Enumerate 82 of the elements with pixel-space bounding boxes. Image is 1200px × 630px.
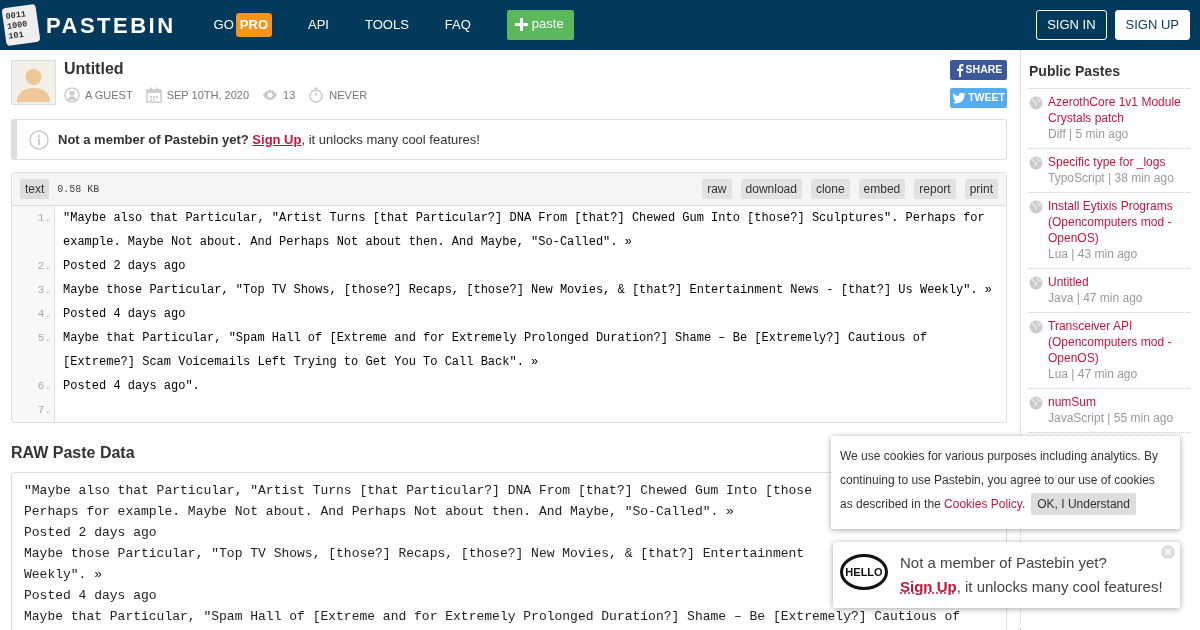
code-line: "Maybe also that Particular, "Artist Turns [that Particular?] DNA From [that?] Chewed Gum Into [those?] Sculptures". Perhaps for example. Maybe Not about. And Perhaps Not about then. And Maybe, "So-Called". » xyxy=(63,211,986,249)
cookies-policy-link[interactable]: Cookies Policy xyxy=(944,497,1022,511)
globe-icon xyxy=(1029,276,1043,290)
action-button[interactable]: download xyxy=(740,179,802,199)
line-number: 7. xyxy=(12,398,55,422)
raw-line: Posted 4 days ago xyxy=(24,587,157,605)
paste-meta: Lua | 43 min ago xyxy=(1048,246,1139,262)
code-line: Posted 2 days ago xyxy=(63,259,186,273)
paste-meta: Lua | 47 min ago xyxy=(1048,366,1139,382)
paste-link[interactable]: Install Eytixis Programs (Opencomputers mod - OpenOS) xyxy=(1048,198,1190,246)
raw-line: Posted 2 days ago xyxy=(24,524,157,542)
paste-link[interactable]: Transceiver API (Opencomputers mod - OpenOS) xyxy=(1048,318,1190,366)
raw-line: Maybe that Particular, "Spam Hall of [Extreme and for Extremely Prolonged Duration?] Shame – Be [Extremely?] Cautious of xyxy=(24,608,961,626)
action-button[interactable]: clone xyxy=(810,179,850,199)
accept-button[interactable]: OK, I Understand xyxy=(1031,493,1136,515)
avatar-icon xyxy=(11,60,56,105)
globe-icon xyxy=(1029,320,1043,334)
globe-icon xyxy=(1029,396,1043,410)
sidebar-heading: Public Pastes xyxy=(1029,62,1122,81)
raw-line: "Maybe also that Particular, "Artist Turns [that Particular?] DNA From [that?] Chewed Gum Into [those xyxy=(24,482,812,500)
paste-title: Untitled xyxy=(64,60,125,78)
globe-icon xyxy=(1029,156,1043,170)
paste-link[interactable]: Untitled xyxy=(1048,274,1143,290)
line-number: 5. xyxy=(12,326,55,374)
action-button[interactable]: embed xyxy=(858,179,906,199)
raw-line: Perhaps for example. Maybe Not about. And Perhaps Not about then. And Maybe, "So-Called". » xyxy=(24,503,734,521)
action-button[interactable]: print xyxy=(964,179,998,199)
action-button[interactable]: raw xyxy=(702,179,732,199)
paste-meta: Diff | 5 min ago xyxy=(1048,126,1130,142)
raw-line: Weekly". » xyxy=(24,566,102,584)
code-line: Posted 4 days ago xyxy=(63,307,186,321)
calendar-icon xyxy=(145,87,162,104)
section-heading: RAW Paste Data xyxy=(11,443,135,463)
paste-link[interactable]: numSum xyxy=(1048,394,1174,410)
nav-link[interactable]: API xyxy=(308,15,329,35)
hello-bubble-icon: HELLO xyxy=(840,554,888,590)
popup-heading: Not a member of Pastebin yet? xyxy=(900,553,1108,573)
info-icon xyxy=(29,129,49,150)
cookie-text: as described in the Cookies Policy. xyxy=(840,496,1026,513)
facebook-share-button[interactable]: SHARE xyxy=(950,60,1007,80)
paste-link[interactable]: AzerothCore 1v1 Module Crystals patch xyxy=(1048,94,1190,126)
sign-up-button[interactable]: SIGN UP xyxy=(1114,10,1190,40)
cookie-text: continuing to use Pastebin, you agree to our use of cookies xyxy=(840,472,1155,489)
pro-badge: PRO xyxy=(235,13,272,37)
meta-text: NEVER xyxy=(329,88,368,103)
nav-link[interactable]: TOOLS xyxy=(365,15,409,35)
line-number: 4. xyxy=(12,302,55,326)
sign-in-button[interactable]: SIGN IN xyxy=(1036,10,1107,40)
code-line: Maybe that Particular, "Spam Hall of [Extreme and for Extremely Prolonged Duration?] Shame – Be [Extremely?] Cautious of [Extreme?] Scam Voicemails Left Trying to Get You To Call Back". » xyxy=(63,331,929,369)
paste-link[interactable]: Specific type for _logs xyxy=(1048,154,1174,170)
close-icon[interactable] xyxy=(1161,545,1175,559)
logo-icon[interactable]: 0011 1000 101 xyxy=(1,3,41,47)
cookie-text: We use cookies for various purposes including analytics. By xyxy=(840,448,1158,465)
facebook-icon xyxy=(954,63,964,77)
nav-link[interactable]: GO PRO xyxy=(213,13,272,37)
globe-icon xyxy=(1029,200,1043,214)
meta-text: A GUEST xyxy=(85,88,133,103)
file-size: 0.58 KB xyxy=(57,182,100,197)
line-number: 2. xyxy=(12,254,55,278)
code-line: Maybe those Particular, "Top TV Shows, [those?] Recaps, [those?] New Movies, & [that?] Entertainment News - [that?] Us Weekly". » xyxy=(63,283,992,297)
user-icon xyxy=(64,87,80,104)
plus-icon xyxy=(514,17,528,31)
line-number: 1. xyxy=(12,206,55,254)
code-line: Posted 4 days ago". xyxy=(63,379,200,393)
globe-icon xyxy=(1029,96,1043,110)
paste-meta: Java | 47 min ago xyxy=(1048,290,1143,306)
action-button[interactable]: report xyxy=(914,179,956,199)
popup-text: Sign Up, it unlocks many cool features! xyxy=(900,577,1163,597)
syntax-tag[interactable]: text xyxy=(20,179,50,199)
raw-line: Maybe those Particular, "Top TV Shows, [those?] Recaps, [those?] New Movies, & [that?] Entertainment xyxy=(24,545,805,563)
notice-text: Not a member of Pastebin yet? Sign Up, it unlocks many cool features! xyxy=(58,130,480,149)
stopwatch-icon xyxy=(308,87,325,104)
paste-meta: JavaScript | 55 min ago xyxy=(1048,410,1174,426)
sign-up-link[interactable]: Sign Up xyxy=(900,578,957,595)
logo-text[interactable]: PASTEBIN xyxy=(46,8,176,42)
paste-meta: TypoScript | 38 min ago xyxy=(1048,170,1174,186)
bird-icon xyxy=(952,92,967,104)
line-number: 6. xyxy=(12,374,55,398)
line-number: 3. xyxy=(12,278,55,302)
meta-text: 13 xyxy=(283,88,296,103)
nav-link[interactable]: FAQ xyxy=(444,15,471,35)
meta-text: SEP 10TH, 2020 xyxy=(166,88,250,103)
